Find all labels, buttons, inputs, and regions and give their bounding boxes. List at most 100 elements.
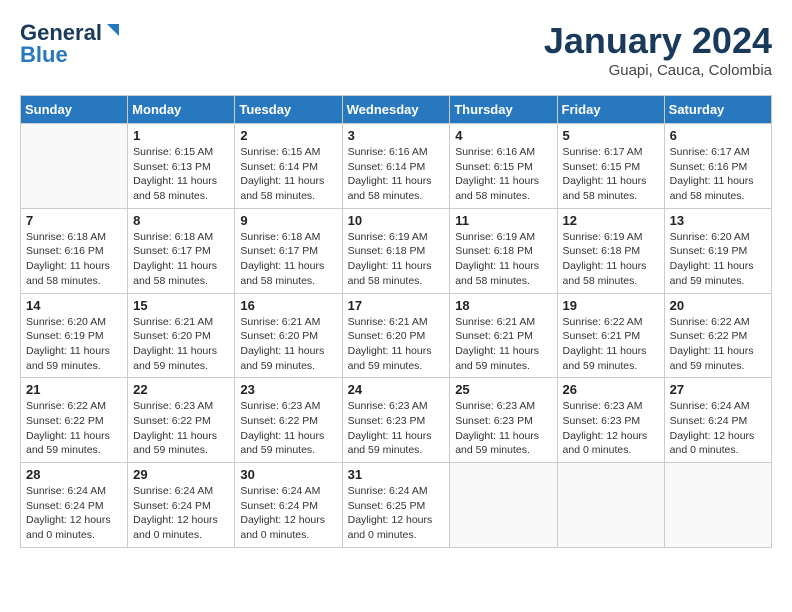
col-friday: Friday	[557, 96, 664, 124]
day-detail: Sunrise: 6:16 AM Sunset: 6:15 PM Dayligh…	[455, 145, 551, 204]
calendar-cell: 30 Sunrise: 6:24 AM Sunset: 6:24 PM Dayli…	[235, 463, 342, 548]
day-number: 21	[26, 382, 122, 397]
calendar-cell: 31 Sunrise: 6:24 AM Sunset: 6:25 PM Dayli…	[342, 463, 450, 548]
day-detail: Sunrise: 6:24 AM Sunset: 6:24 PM Dayligh…	[670, 399, 766, 458]
day-number: 13	[670, 213, 766, 228]
day-number: 28	[26, 467, 122, 482]
day-number: 30	[240, 467, 336, 482]
calendar-cell: 18Sunrise: 6:21 AM Sunset: 6:21 PM Dayli…	[450, 293, 557, 378]
day-number: 1	[133, 128, 229, 143]
calendar-cell: 2 Sunrise: 6:15 AM Sunset: 6:14 PM Daylig…	[235, 124, 342, 209]
day-detail: Sunrise: 6:23 AM Sunset: 6:22 PM Dayligh…	[133, 399, 229, 458]
calendar-cell: 26Sunrise: 6:23 AM Sunset: 6:23 PM Dayli…	[557, 378, 664, 463]
day-number: 29	[133, 467, 229, 482]
calendar-cell: 10 Sunrise: 6:19 AM Sunset: 6:18 PM Dayli…	[342, 208, 450, 293]
logo-blue: Blue	[20, 42, 68, 68]
day-detail: Sunrise: 6:20 AM Sunset: 6:19 PM Dayligh…	[670, 230, 766, 289]
day-detail: Sunrise: 6:22 AM Sunset: 6:21 PM Dayligh…	[563, 315, 659, 374]
col-saturday: Saturday	[664, 96, 771, 124]
calendar-cell: 6 Sunrise: 6:17 AM Sunset: 6:16 PM Daylig…	[664, 124, 771, 209]
day-number: 6	[670, 128, 766, 143]
day-number: 14	[26, 298, 122, 313]
day-number: 15	[133, 298, 229, 313]
day-number: 23	[240, 382, 336, 397]
day-detail: Sunrise: 6:24 AM Sunset: 6:24 PM Dayligh…	[133, 484, 229, 543]
day-detail: Sunrise: 6:17 AM Sunset: 6:16 PM Dayligh…	[670, 145, 766, 204]
calendar-week-1: 1 Sunrise: 6:15 AM Sunset: 6:13 PM Daylig…	[21, 124, 772, 209]
day-detail: Sunrise: 6:21 AM Sunset: 6:20 PM Dayligh…	[240, 315, 336, 374]
calendar-cell: 4 Sunrise: 6:16 AM Sunset: 6:15 PM Daylig…	[450, 124, 557, 209]
calendar-cell	[21, 124, 128, 209]
day-detail: Sunrise: 6:15 AM Sunset: 6:13 PM Dayligh…	[133, 145, 229, 204]
day-number: 10	[348, 213, 445, 228]
day-detail: Sunrise: 6:22 AM Sunset: 6:22 PM Dayligh…	[26, 399, 122, 458]
day-detail: Sunrise: 6:24 AM Sunset: 6:24 PM Dayligh…	[26, 484, 122, 543]
day-number: 3	[348, 128, 445, 143]
day-detail: Sunrise: 6:20 AM Sunset: 6:19 PM Dayligh…	[26, 315, 122, 374]
day-detail: Sunrise: 6:18 AM Sunset: 6:17 PM Dayligh…	[240, 230, 336, 289]
day-number: 4	[455, 128, 551, 143]
day-number: 27	[670, 382, 766, 397]
page-header: General Blue January 2024 Guapi, Cauca, …	[20, 20, 772, 79]
day-detail: Sunrise: 6:24 AM Sunset: 6:25 PM Dayligh…	[348, 484, 445, 543]
day-number: 18	[455, 298, 551, 313]
calendar-week-4: 21 Sunrise: 6:22 AM Sunset: 6:22 PM Dayli…	[21, 378, 772, 463]
calendar-cell: 14 Sunrise: 6:20 AM Sunset: 6:19 PM Dayli…	[21, 293, 128, 378]
day-detail: Sunrise: 6:17 AM Sunset: 6:15 PM Dayligh…	[563, 145, 659, 204]
calendar-cell	[450, 463, 557, 548]
col-thursday: Thursday	[450, 96, 557, 124]
day-number: 17	[348, 298, 445, 313]
calendar-cell: 28 Sunrise: 6:24 AM Sunset: 6:24 PM Dayli…	[21, 463, 128, 548]
col-sunday: Sunday	[21, 96, 128, 124]
day-number: 16	[240, 298, 336, 313]
calendar-week-5: 28 Sunrise: 6:24 AM Sunset: 6:24 PM Dayli…	[21, 463, 772, 548]
day-number: 2	[240, 128, 336, 143]
day-detail: Sunrise: 6:21 AM Sunset: 6:20 PM Dayligh…	[348, 315, 445, 374]
calendar-cell: 15 Sunrise: 6:21 AM Sunset: 6:20 PM Dayli…	[128, 293, 235, 378]
calendar-cell	[664, 463, 771, 548]
location-subtitle: Guapi, Cauca, Colombia	[544, 62, 772, 79]
calendar-cell: 17 Sunrise: 6:21 AM Sunset: 6:20 PM Dayli…	[342, 293, 450, 378]
day-number: 26	[563, 382, 659, 397]
day-detail: Sunrise: 6:19 AM Sunset: 6:18 PM Dayligh…	[348, 230, 445, 289]
day-number: 12	[563, 213, 659, 228]
day-number: 5	[563, 128, 659, 143]
day-number: 19	[563, 298, 659, 313]
day-number: 20	[670, 298, 766, 313]
calendar-week-3: 14 Sunrise: 6:20 AM Sunset: 6:19 PM Dayli…	[21, 293, 772, 378]
calendar-cell: 22Sunrise: 6:23 AM Sunset: 6:22 PM Dayli…	[128, 378, 235, 463]
col-wednesday: Wednesday	[342, 96, 450, 124]
calendar-cell: 11 Sunrise: 6:19 AM Sunset: 6:18 PM Dayli…	[450, 208, 557, 293]
day-detail: Sunrise: 6:19 AM Sunset: 6:18 PM Dayligh…	[455, 230, 551, 289]
calendar-cell: 5 Sunrise: 6:17 AM Sunset: 6:15 PM Daylig…	[557, 124, 664, 209]
day-detail: Sunrise: 6:23 AM Sunset: 6:23 PM Dayligh…	[455, 399, 551, 458]
day-number: 24	[348, 382, 445, 397]
day-detail: Sunrise: 6:22 AM Sunset: 6:22 PM Dayligh…	[670, 315, 766, 374]
calendar-cell: 24Sunrise: 6:23 AM Sunset: 6:23 PM Dayli…	[342, 378, 450, 463]
calendar-cell: 7 Sunrise: 6:18 AM Sunset: 6:16 PM Daylig…	[21, 208, 128, 293]
day-detail: Sunrise: 6:24 AM Sunset: 6:24 PM Dayligh…	[240, 484, 336, 543]
calendar-cell: 13 Sunrise: 6:20 AM Sunset: 6:19 PM Dayli…	[664, 208, 771, 293]
day-number: 11	[455, 213, 551, 228]
day-detail: Sunrise: 6:18 AM Sunset: 6:16 PM Dayligh…	[26, 230, 122, 289]
day-number: 8	[133, 213, 229, 228]
title-block: January 2024 Guapi, Cauca, Colombia	[544, 20, 772, 79]
day-detail: Sunrise: 6:15 AM Sunset: 6:14 PM Dayligh…	[240, 145, 336, 204]
day-number: 7	[26, 213, 122, 228]
calendar-cell: 23Sunrise: 6:23 AM Sunset: 6:22 PM Dayli…	[235, 378, 342, 463]
calendar-cell: 8 Sunrise: 6:18 AM Sunset: 6:17 PM Daylig…	[128, 208, 235, 293]
day-detail: Sunrise: 6:18 AM Sunset: 6:17 PM Dayligh…	[133, 230, 229, 289]
calendar-table: Sunday Monday Tuesday Wednesday Thursday…	[20, 95, 772, 548]
logo: General Blue	[20, 20, 123, 68]
calendar-cell: 16 Sunrise: 6:21 AM Sunset: 6:20 PM Dayli…	[235, 293, 342, 378]
day-detail: Sunrise: 6:19 AM Sunset: 6:18 PM Dayligh…	[563, 230, 659, 289]
header-row: Sunday Monday Tuesday Wednesday Thursday…	[21, 96, 772, 124]
col-tuesday: Tuesday	[235, 96, 342, 124]
col-monday: Monday	[128, 96, 235, 124]
day-number: 31	[348, 467, 445, 482]
calendar-cell: 3Sunrise: 6:16 AM Sunset: 6:14 PM Daylig…	[342, 124, 450, 209]
calendar-cell: 25Sunrise: 6:23 AM Sunset: 6:23 PM Dayli…	[450, 378, 557, 463]
day-detail: Sunrise: 6:21 AM Sunset: 6:20 PM Dayligh…	[133, 315, 229, 374]
calendar-cell: 20 Sunrise: 6:22 AM Sunset: 6:22 PM Dayli…	[664, 293, 771, 378]
day-number: 9	[240, 213, 336, 228]
